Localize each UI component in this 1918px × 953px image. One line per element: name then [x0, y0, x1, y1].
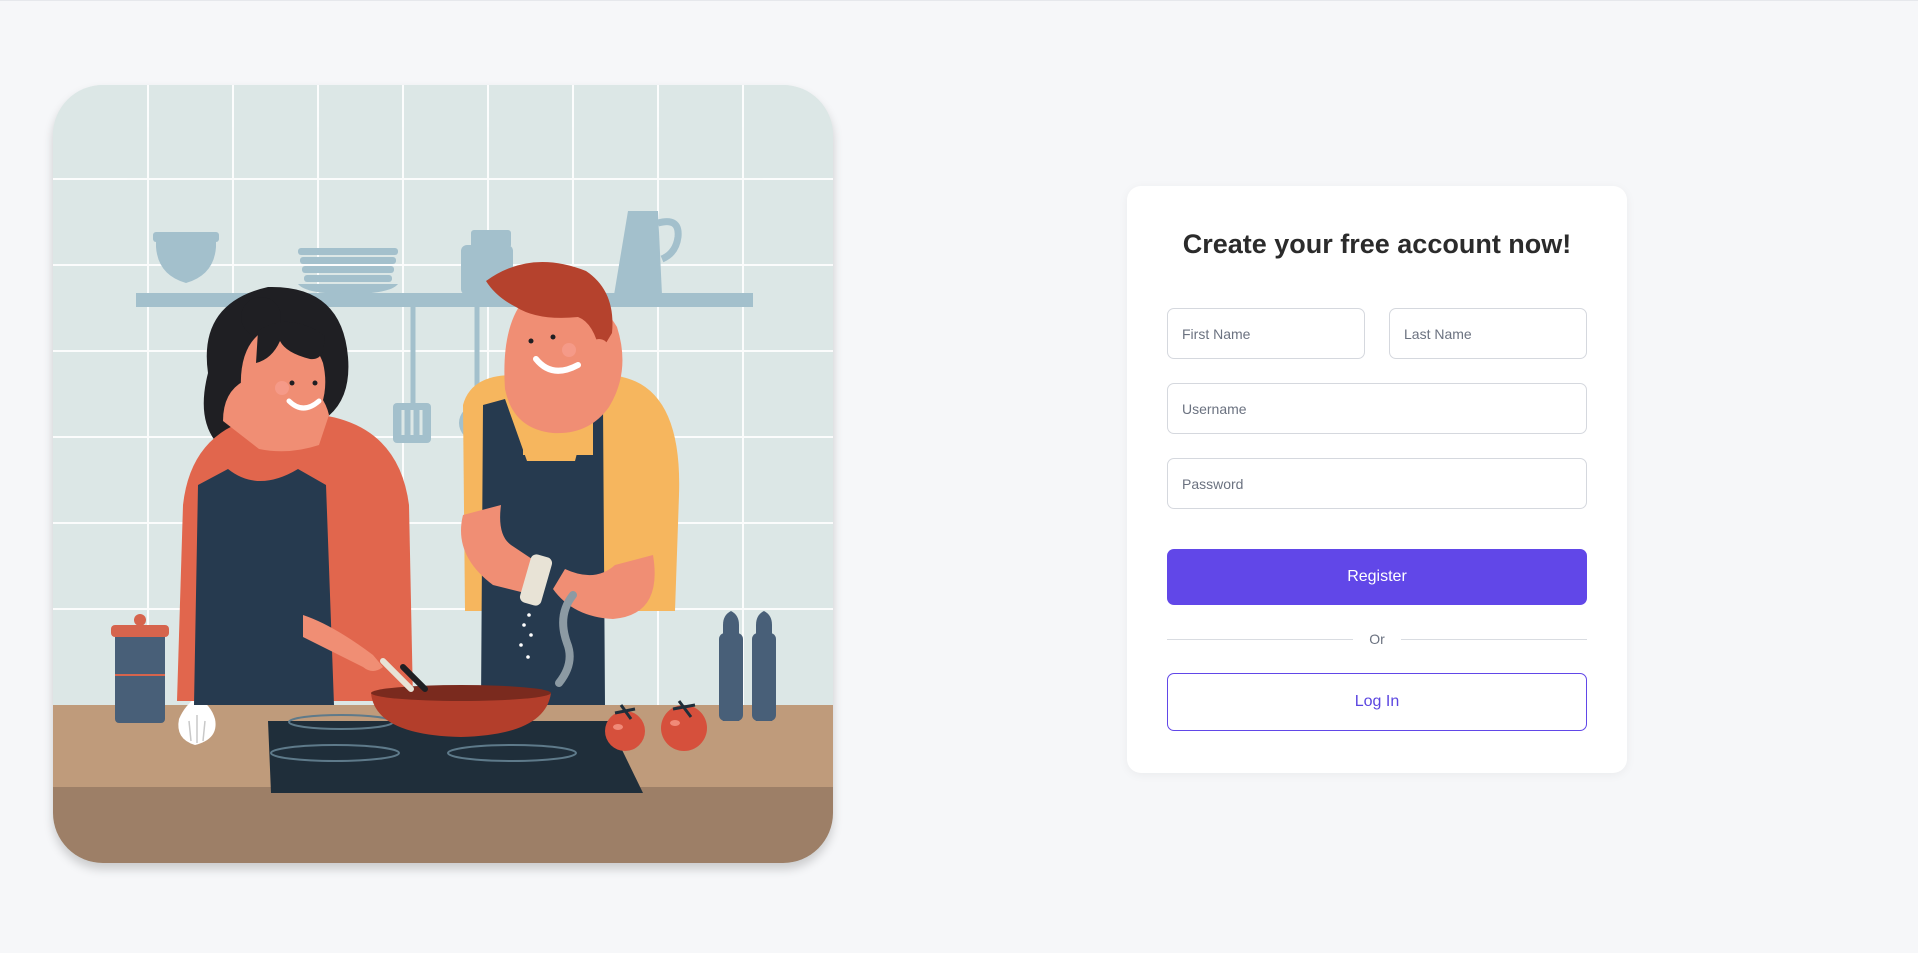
login-button[interactable]: Log In [1167, 673, 1587, 731]
divider-line-right [1400, 638, 1587, 640]
register-button[interactable]: Register [1167, 549, 1587, 605]
or-divider: Or [1167, 629, 1587, 649]
signup-title: Create your free account now! [1182, 229, 1572, 259]
username-input[interactable] [1167, 383, 1587, 434]
divider-label: Or [1369, 631, 1385, 647]
password-input[interactable] [1167, 458, 1587, 509]
signup-card: Create your free account now! Register O… [1127, 186, 1627, 773]
divider-line-left [1167, 638, 1354, 640]
last-name-input[interactable] [1389, 308, 1587, 359]
first-name-input[interactable] [1167, 308, 1365, 359]
cooking-illustration [53, 85, 833, 863]
signup-page: Create your free account now! Register O… [0, 0, 1918, 953]
